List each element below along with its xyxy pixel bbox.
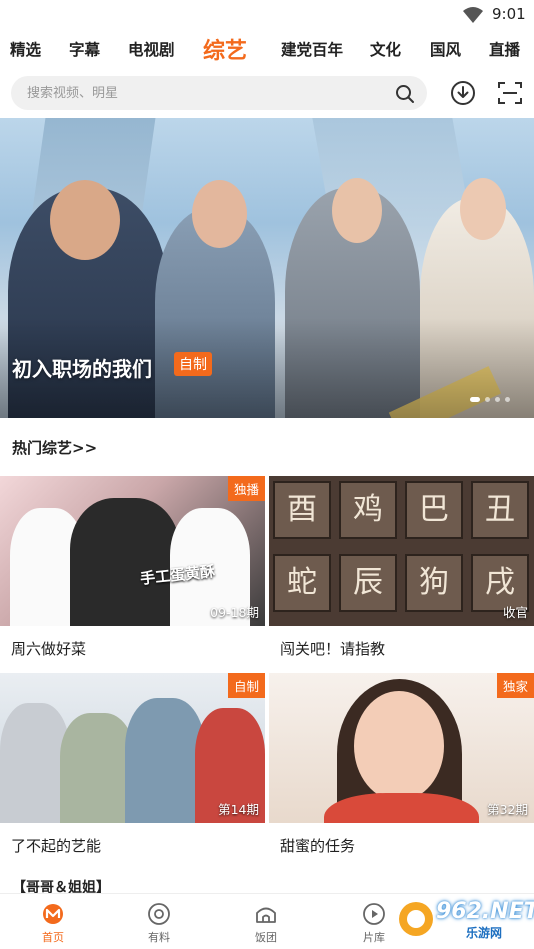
tab-guofeng[interactable]: 国风 <box>430 38 461 60</box>
search-row <box>0 74 534 114</box>
tab-party-centenary[interactable]: 建党百年 <box>281 38 343 60</box>
library-icon <box>363 903 385 925</box>
banner-host-head <box>460 178 506 240</box>
tab-jingxuan[interactable]: 精选 <box>10 38 41 60</box>
episode-info: 09-18期 <box>210 605 259 620</box>
bottom-nav-label: 首页 <box>42 931 64 944</box>
tab-culture[interactable]: 文化 <box>370 38 401 60</box>
episode-info: 第14期 <box>218 802 259 817</box>
watermark-subtext: 乐游网 <box>466 926 503 940</box>
video-thumbnail[interactable]: 自制 第14期 <box>0 673 265 823</box>
zodiac-tile: 巴 <box>405 481 463 539</box>
banner-host-head <box>332 178 382 243</box>
watermark-logo-icon <box>399 902 433 936</box>
tab-zimu[interactable]: 字幕 <box>69 38 100 60</box>
video-title[interactable]: 闯关吧！请指教 <box>280 638 385 659</box>
zodiac-tile: 酉 <box>273 481 331 539</box>
zodiac-tile: 丑 <box>471 481 529 539</box>
search-box[interactable] <box>11 76 427 110</box>
tab-tv-series[interactable]: 电视剧 <box>128 38 175 60</box>
page-dot <box>505 396 510 402</box>
wifi-icon <box>463 7 483 23</box>
zodiac-tile: 辰 <box>339 554 397 612</box>
site-watermark: 962.NET 乐游网 <box>396 897 534 943</box>
home-icon <box>43 904 63 924</box>
video-card[interactable]: 独家 第32期 甜蜜的任务 <box>269 673 534 855</box>
bottom-nav-label: 饭团 <box>255 931 277 944</box>
page-dot-active <box>470 396 480 402</box>
video-card[interactable]: 自制 第14期 了不起的艺能 <box>0 673 265 855</box>
zodiac-tile: 鸡 <box>339 481 397 539</box>
thumb-figure <box>60 713 135 823</box>
search-input[interactable] <box>27 76 387 110</box>
video-card[interactable]: 手工蛋黄酥 独播 09-18期 周六做好菜 <box>0 476 265 658</box>
status-time: 9:01 <box>492 5 526 23</box>
thumb-figure <box>70 498 180 626</box>
video-title[interactable]: 周六做好菜 <box>11 638 86 659</box>
banner-host-head <box>192 180 247 248</box>
thumb-figure-face <box>354 691 444 801</box>
search-icon[interactable] <box>395 84 415 104</box>
fan-group-icon <box>256 907 276 923</box>
exclusive-badge: 独家 <box>496 673 534 698</box>
scan-icon[interactable] <box>497 80 523 106</box>
tab-live[interactable]: 直播 <box>489 38 520 60</box>
bottom-nav-library[interactable]: 片库 <box>344 894 404 949</box>
video-card[interactable]: 酉 鸡 巴 丑 蛇 辰 狗 戌 收官 闯关吧！请指教 <box>269 476 534 658</box>
video-thumbnail[interactable]: 手工蛋黄酥 独播 09-18期 <box>0 476 265 626</box>
video-title[interactable]: 甜蜜的任务 <box>280 835 355 856</box>
banner-page-indicator <box>470 396 510 402</box>
hero-banner[interactable]: 初入职场的我们 自制 <box>0 118 534 418</box>
page-dot <box>485 396 490 402</box>
banner-host-head <box>50 180 120 260</box>
banner-title: 初入职场的我们 <box>12 357 152 381</box>
bottom-nav-home[interactable]: 首页 <box>23 894 83 949</box>
exclusive-badge: 独播 <box>227 476 265 501</box>
banner-badge: 自制 <box>174 352 212 376</box>
bottom-nav-label: 有料 <box>148 931 170 944</box>
bottom-nav-discover[interactable]: 有料 <box>129 894 189 949</box>
bottom-nav-fan-group[interactable]: 饭团 <box>236 894 296 949</box>
section-title-hot-variety[interactable]: 热门综艺>> <box>12 437 97 458</box>
episode-info: 收官 <box>502 605 528 620</box>
thumb-figure-dress <box>324 793 479 823</box>
bottom-nav-label: 片库 <box>363 931 385 944</box>
thumb-figure <box>125 698 205 823</box>
watermark-text: 962.NET <box>436 899 534 924</box>
video-title[interactable]: 了不起的艺能 <box>11 835 101 856</box>
zodiac-tile: 狗 <box>405 554 463 612</box>
self-made-badge: 自制 <box>227 673 265 698</box>
category-tabs: 精选 字幕 电视剧 综艺 建党百年 文化 国风 直播 <box>0 30 534 70</box>
status-bar: 9:01 <box>0 0 534 30</box>
discover-icon <box>148 903 170 925</box>
video-thumbnail[interactable]: 独家 第32期 <box>269 673 534 823</box>
tab-variety[interactable]: 综艺 <box>203 33 247 65</box>
page-dot <box>495 396 500 402</box>
video-thumbnail[interactable]: 酉 鸡 巴 丑 蛇 辰 狗 戌 收官 <box>269 476 534 626</box>
zodiac-tile: 蛇 <box>273 554 331 612</box>
episode-info: 第32期 <box>487 802 528 817</box>
download-icon[interactable] <box>450 80 476 106</box>
